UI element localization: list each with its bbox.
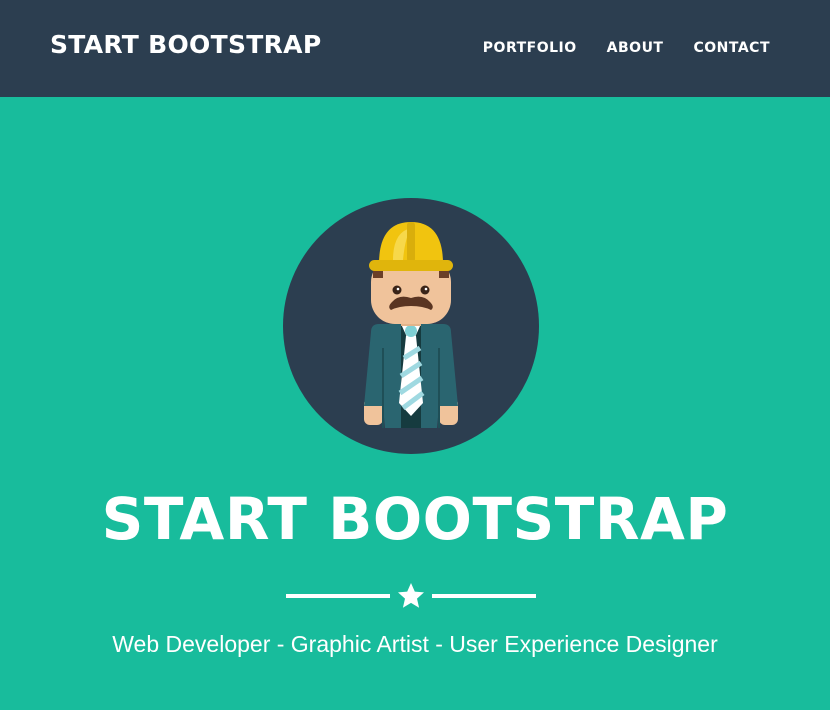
hero-section: START BOOTSTRAP Web Developer - Graphic … (0, 97, 830, 710)
star-icon (398, 583, 424, 608)
nav-item-contact: CONTACT (693, 39, 770, 57)
nav-links: PORTFOLIO ABOUT CONTACT (483, 39, 770, 57)
nav-item-about: ABOUT (607, 39, 664, 57)
navbar: START BOOTSTRAP PORTFOLIO ABOUT CONTACT (0, 0, 830, 97)
hero-title: START BOOTSTRAP (101, 485, 729, 553)
nav-link-portfolio[interactable]: PORTFOLIO (483, 40, 577, 56)
navbar-brand[interactable]: START BOOTSTRAP (50, 30, 321, 59)
hero-skills-tagline: Web Developer - Graphic Artist - User Ex… (112, 631, 718, 657)
divider-line-right (432, 594, 536, 598)
nav-link-contact[interactable]: CONTACT (693, 40, 770, 56)
construction-worker-avatar-icon (283, 198, 539, 454)
star-divider (286, 581, 536, 611)
nav-item-portfolio: PORTFOLIO (483, 39, 577, 57)
nav-link-about[interactable]: ABOUT (607, 40, 664, 56)
divider-line-left (286, 594, 390, 598)
